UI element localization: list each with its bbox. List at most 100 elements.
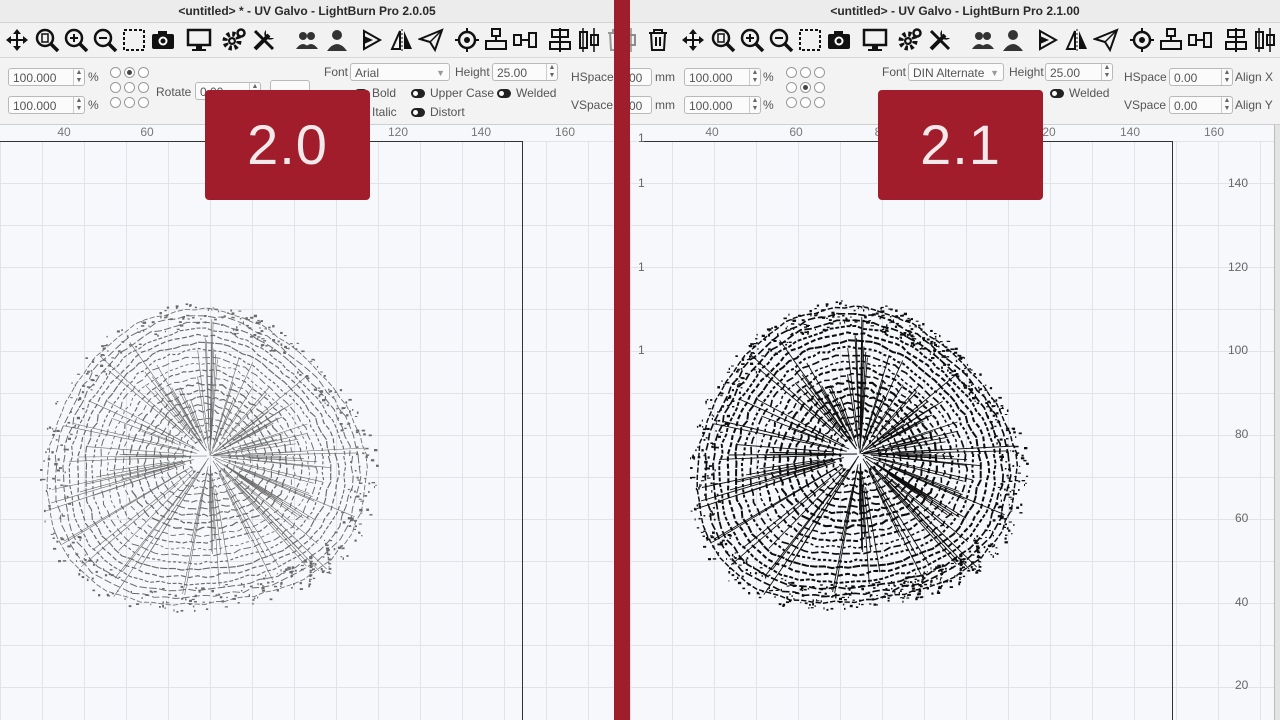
side-panel-edge[interactable] [1274,125,1280,720]
design-canvas[interactable] [0,141,614,720]
window-title: <untitled> - UV Galvo - LightBurn Pro 2.… [630,0,1280,23]
ruler-tick-label: 100 [1228,343,1249,357]
upper-case-label: Upper Case [430,86,495,100]
delete-icon[interactable] [604,27,614,53]
align-center-icon[interactable] [547,27,573,53]
zoom-out-icon[interactable] [768,27,794,53]
ruler-tick-label: 160 [554,125,576,139]
distribute-icon[interactable] [1187,27,1213,53]
chevron-down-icon: ▼ [436,68,445,78]
zoom-page-icon[interactable] [34,27,60,53]
hspace-label: HSpace [571,70,614,84]
percent-label: % [763,98,774,112]
tools-icon[interactable] [927,27,953,53]
zoom-in-icon[interactable] [739,27,765,53]
unit-label: mm [655,70,675,84]
comparison-divider [614,0,630,720]
user-icon[interactable] [1000,27,1026,53]
right-window-v21: <untitled> - UV Galvo - LightBurn Pro 2.… [630,0,1280,720]
height-field[interactable]: 100.000 ▲ ▼ [684,96,761,114]
tools-icon[interactable] [251,27,277,53]
width-field[interactable]: 100.000 ▲ ▼ [8,68,85,86]
zoom-in-icon[interactable] [63,27,89,53]
camera-icon[interactable] [826,27,852,53]
vspace-label: VSpace [571,98,614,112]
mirror-icon[interactable] [389,27,415,53]
mirror-icon[interactable] [1064,27,1090,53]
ruler-tick-label: 120 [1228,260,1249,274]
ruler-tick-label: 140 [1119,125,1141,139]
zoom-page-icon[interactable] [710,27,736,53]
zoom-selection-icon[interactable] [121,27,147,53]
settings-icon[interactable] [221,27,247,53]
bold-label: Bold [372,86,397,100]
monitor-icon[interactable] [862,27,888,53]
path-icon[interactable] [1035,27,1061,53]
wood-slice-engraving[interactable] [690,289,1030,619]
height-field[interactable]: 100.000 ▲ ▼ [8,96,85,114]
delete-icon[interactable] [645,27,671,53]
align-y-label: Align Y [1235,98,1273,112]
percent-label: % [763,70,774,84]
ruler-tick-label: 1 [638,176,645,190]
design-canvas[interactable] [630,141,1280,720]
settings-icon[interactable] [897,27,923,53]
rotate-label: Rotate [156,85,192,99]
font-label: Font [324,65,349,79]
zoom-selection-icon[interactable] [797,27,823,53]
distribute-v-icon[interactable] [576,27,602,53]
hspace-label: HSpace [1124,70,1167,84]
distribute-v-icon[interactable] [1252,27,1278,53]
pos-x-field[interactable]: 00 [630,68,652,86]
target-icon[interactable] [1129,27,1155,53]
ruler-tick-label: 1 [638,260,645,274]
align-x-label: Align X [1235,70,1274,84]
vspace-field[interactable]: 0.00 ▲ ▼ [1169,96,1233,114]
align-icon[interactable] [483,27,509,53]
font-height-field[interactable]: 25.00 ▲ ▼ [492,63,558,81]
distort-toggle[interactable] [411,108,425,117]
anchor-point-selector[interactable] [786,67,828,109]
ruler-tick-label: 120 [387,125,409,139]
hspace-field[interactable]: 0.00 ▲ ▼ [1169,68,1233,86]
send-icon[interactable] [418,27,444,53]
ruler-tick-label: 60 [1235,511,1249,525]
ruler-tick-label: 1 [638,343,645,357]
anchor-point-selector[interactable] [110,67,152,109]
monitor-icon[interactable] [186,27,212,53]
percent-label: % [88,70,99,84]
align-icon[interactable] [1158,27,1184,53]
ruler-tick-label: 140 [1228,176,1249,190]
ruler-tick-label: 40 [705,125,719,139]
target-icon[interactable] [454,27,480,53]
vspace-label: VSpace [1124,98,1167,112]
move-icon[interactable] [4,27,30,53]
align-center-icon[interactable] [1223,27,1249,53]
move-icon[interactable] [680,27,706,53]
width-field[interactable]: 100.000 ▲ ▼ [684,68,761,86]
distort-label: Distort [430,105,465,119]
italic-label: Italic [372,105,397,119]
welded-toggle[interactable] [497,89,511,98]
font-height-field[interactable]: 25.00 ▲ ▼ [1045,63,1113,81]
users-icon[interactable] [294,27,320,53]
users-icon[interactable] [970,27,996,53]
upper-case-toggle[interactable] [411,89,425,98]
user-icon[interactable] [324,27,350,53]
send-icon[interactable] [1093,27,1119,53]
path-icon[interactable] [359,27,385,53]
distribute-icon[interactable] [512,27,538,53]
wood-slice-engraving[interactable] [40,291,380,621]
font-select[interactable]: DIN Alternate ▼ [908,63,1004,81]
camera-icon[interactable] [150,27,176,53]
version-badge: 2.1 [878,90,1043,200]
ruler-tick-label: 140 [470,125,492,139]
font-select[interactable]: Arial ▼ [350,63,450,81]
welded-toggle[interactable] [1050,89,1064,98]
zoom-out-icon[interactable] [92,27,118,53]
ruler-tick-label: 20 [1042,125,1056,139]
left-window-v20: <untitled> * - UV Galvo - LightBurn Pro … [0,0,614,720]
font-height-label: Height [1009,65,1044,79]
pos-y-field[interactable]: 00 [630,96,652,114]
main-toolbar [0,23,614,58]
